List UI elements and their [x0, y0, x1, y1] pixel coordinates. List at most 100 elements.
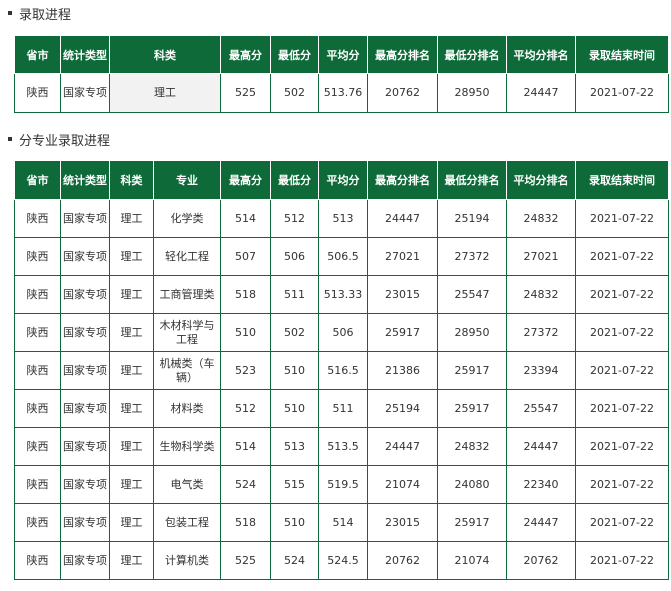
table-cell: 27372 [506, 313, 576, 352]
column-header-col-5: 最低分 [270, 160, 319, 200]
column-header-col-4: 最低分 [270, 35, 319, 74]
table-cell: 28950 [437, 73, 507, 113]
table-cell: 27372 [437, 237, 507, 276]
table-cell: 24832 [506, 199, 576, 238]
section-title-admission-progress: 录取进程 [8, 3, 71, 23]
table-cell: 理工 [109, 73, 221, 113]
table-cell: 国家专项 [60, 541, 110, 580]
table-cell: 24447 [506, 503, 576, 542]
major-admission-progress-table: 省市 统计类型 科类 专业 最高分 最低分 平均分 最高分排名 最低分排名 平均分排名 录取结束时间… [14, 160, 669, 580]
table-cell: 理工 [109, 427, 154, 466]
table-cell: 25547 [506, 389, 576, 428]
column-header-col-1: 统计类型 [60, 160, 110, 200]
table-cell: 陕西 [14, 427, 61, 466]
table-cell: 2021-07-22 [575, 465, 669, 504]
table-cell: 25547 [437, 275, 507, 314]
table-cell: 502 [270, 313, 319, 352]
column-header-col-10: 录取结束时间 [575, 160, 669, 200]
table-cell: 化学类 [153, 199, 221, 238]
table-row: 陕西 国家专项 理工 机械类（车辆） 523 510 516.5 21386 25917 2339… [14, 351, 669, 390]
table-row: 陕西 国家专项 理工 化学类 514 512 513 24447 25194 24832 2021-… [14, 199, 669, 238]
table-cell: 陕西 [14, 199, 61, 238]
table-header-row: 省市 统计类型 科类 最高分 最低分 平均分 最高分排名 最低分排名 平均分排名 录取结束时间 [14, 35, 669, 74]
table-cell: 511 [318, 389, 368, 428]
column-header-col-8: 平均分排名 [506, 35, 576, 74]
table-cell: 国家专项 [60, 351, 110, 390]
table-cell: 512 [270, 199, 319, 238]
column-header-col-2: 科类 [109, 160, 154, 200]
column-header-col-3: 最高分 [220, 35, 271, 74]
table-cell: 理工 [109, 313, 154, 352]
table-cell: 523 [220, 351, 271, 390]
table-cell: 525 [220, 73, 271, 113]
table-cell: 生物科学类 [153, 427, 221, 466]
table-cell: 20762 [367, 73, 438, 113]
table-cell: 理工 [109, 351, 154, 390]
table-cell: 506 [318, 313, 368, 352]
table-row: 陕西 国家专项 理工 生物科学类 514 513 513.5 24447 24832 24447 2… [14, 427, 669, 466]
table-cell: 514 [318, 503, 368, 542]
table-cell: 陕西 [14, 465, 61, 504]
column-header-col-0: 省市 [14, 160, 61, 200]
table-row: 陕西 国家专项 理工 电气类 524 515 519.5 21074 24080 22340 202… [14, 465, 669, 504]
table-cell: 511 [270, 275, 319, 314]
table-cell: 国家专项 [60, 237, 110, 276]
table-cell: 25917 [437, 389, 507, 428]
table-cell: 502 [270, 73, 319, 113]
table-cell: 24447 [506, 427, 576, 466]
table-cell: 理工 [109, 541, 154, 580]
table-cell: 513.33 [318, 275, 368, 314]
table-cell: 轻化工程 [153, 237, 221, 276]
table-cell: 23394 [506, 351, 576, 390]
table-header-row: 省市 统计类型 科类 专业 最高分 最低分 平均分 最高分排名 最低分排名 平均分排名 录取结束时间 [14, 160, 669, 200]
table-cell: 国家专项 [60, 389, 110, 428]
table-cell: 理工 [109, 275, 154, 314]
table-cell: 23015 [367, 503, 438, 542]
table-cell: 包装工程 [153, 503, 221, 542]
table-cell: 525 [220, 541, 271, 580]
table-cell: 材料类 [153, 389, 221, 428]
table-row: 陕西 国家专项 理工 木材科学与工程 510 502 506 25917 28950 27372 2… [14, 313, 669, 352]
column-header-col-8: 最低分排名 [437, 160, 507, 200]
table-cell: 理工 [109, 389, 154, 428]
table-cell: 524.5 [318, 541, 368, 580]
table-cell: 27021 [367, 237, 438, 276]
column-header-col-5: 平均分 [318, 35, 368, 74]
column-header-col-1: 统计类型 [60, 35, 110, 74]
table-cell: 506 [270, 237, 319, 276]
table-cell: 24832 [506, 275, 576, 314]
column-header-col-3: 专业 [153, 160, 221, 200]
section-title-text: 分专业录取进程 [19, 133, 111, 149]
table-cell: 510 [270, 503, 319, 542]
table-cell: 21074 [437, 541, 507, 580]
table-cell: 国家专项 [60, 503, 110, 542]
table-cell: 国家专项 [60, 73, 110, 113]
table-cell: 22340 [506, 465, 576, 504]
table-cell: 计算机类 [153, 541, 221, 580]
table-cell: 25194 [367, 389, 438, 428]
table-cell: 理工 [109, 237, 154, 276]
table-cell: 25917 [437, 351, 507, 390]
table-cell: 理工 [109, 199, 154, 238]
section-title-major-admission-progress: 分专业录取进程 [8, 129, 110, 149]
table-cell: 2021-07-22 [575, 389, 669, 428]
table-cell: 2021-07-22 [575, 237, 669, 276]
table-cell: 20762 [506, 541, 576, 580]
table-cell: 2021-07-22 [575, 199, 669, 238]
table-cell: 510 [220, 313, 271, 352]
column-header-col-7: 最高分排名 [367, 160, 438, 200]
table-cell: 524 [270, 541, 319, 580]
table-cell: 陕西 [14, 503, 61, 542]
table-cell: 2021-07-22 [575, 275, 669, 314]
table-cell: 513 [270, 427, 319, 466]
table-cell: 国家专项 [60, 427, 110, 466]
table-cell: 510 [270, 351, 319, 390]
column-header-col-6: 平均分 [318, 160, 368, 200]
column-header-col-9: 平均分排名 [506, 160, 576, 200]
table-cell: 25917 [367, 313, 438, 352]
table-cell: 国家专项 [60, 275, 110, 314]
table-cell: 518 [220, 503, 271, 542]
bullet-icon [8, 11, 12, 15]
table-cell: 2021-07-22 [575, 427, 669, 466]
table-row: 陕西 国家专项 理工 工商管理类 518 511 513.33 23015 25547 24832… [14, 275, 669, 314]
